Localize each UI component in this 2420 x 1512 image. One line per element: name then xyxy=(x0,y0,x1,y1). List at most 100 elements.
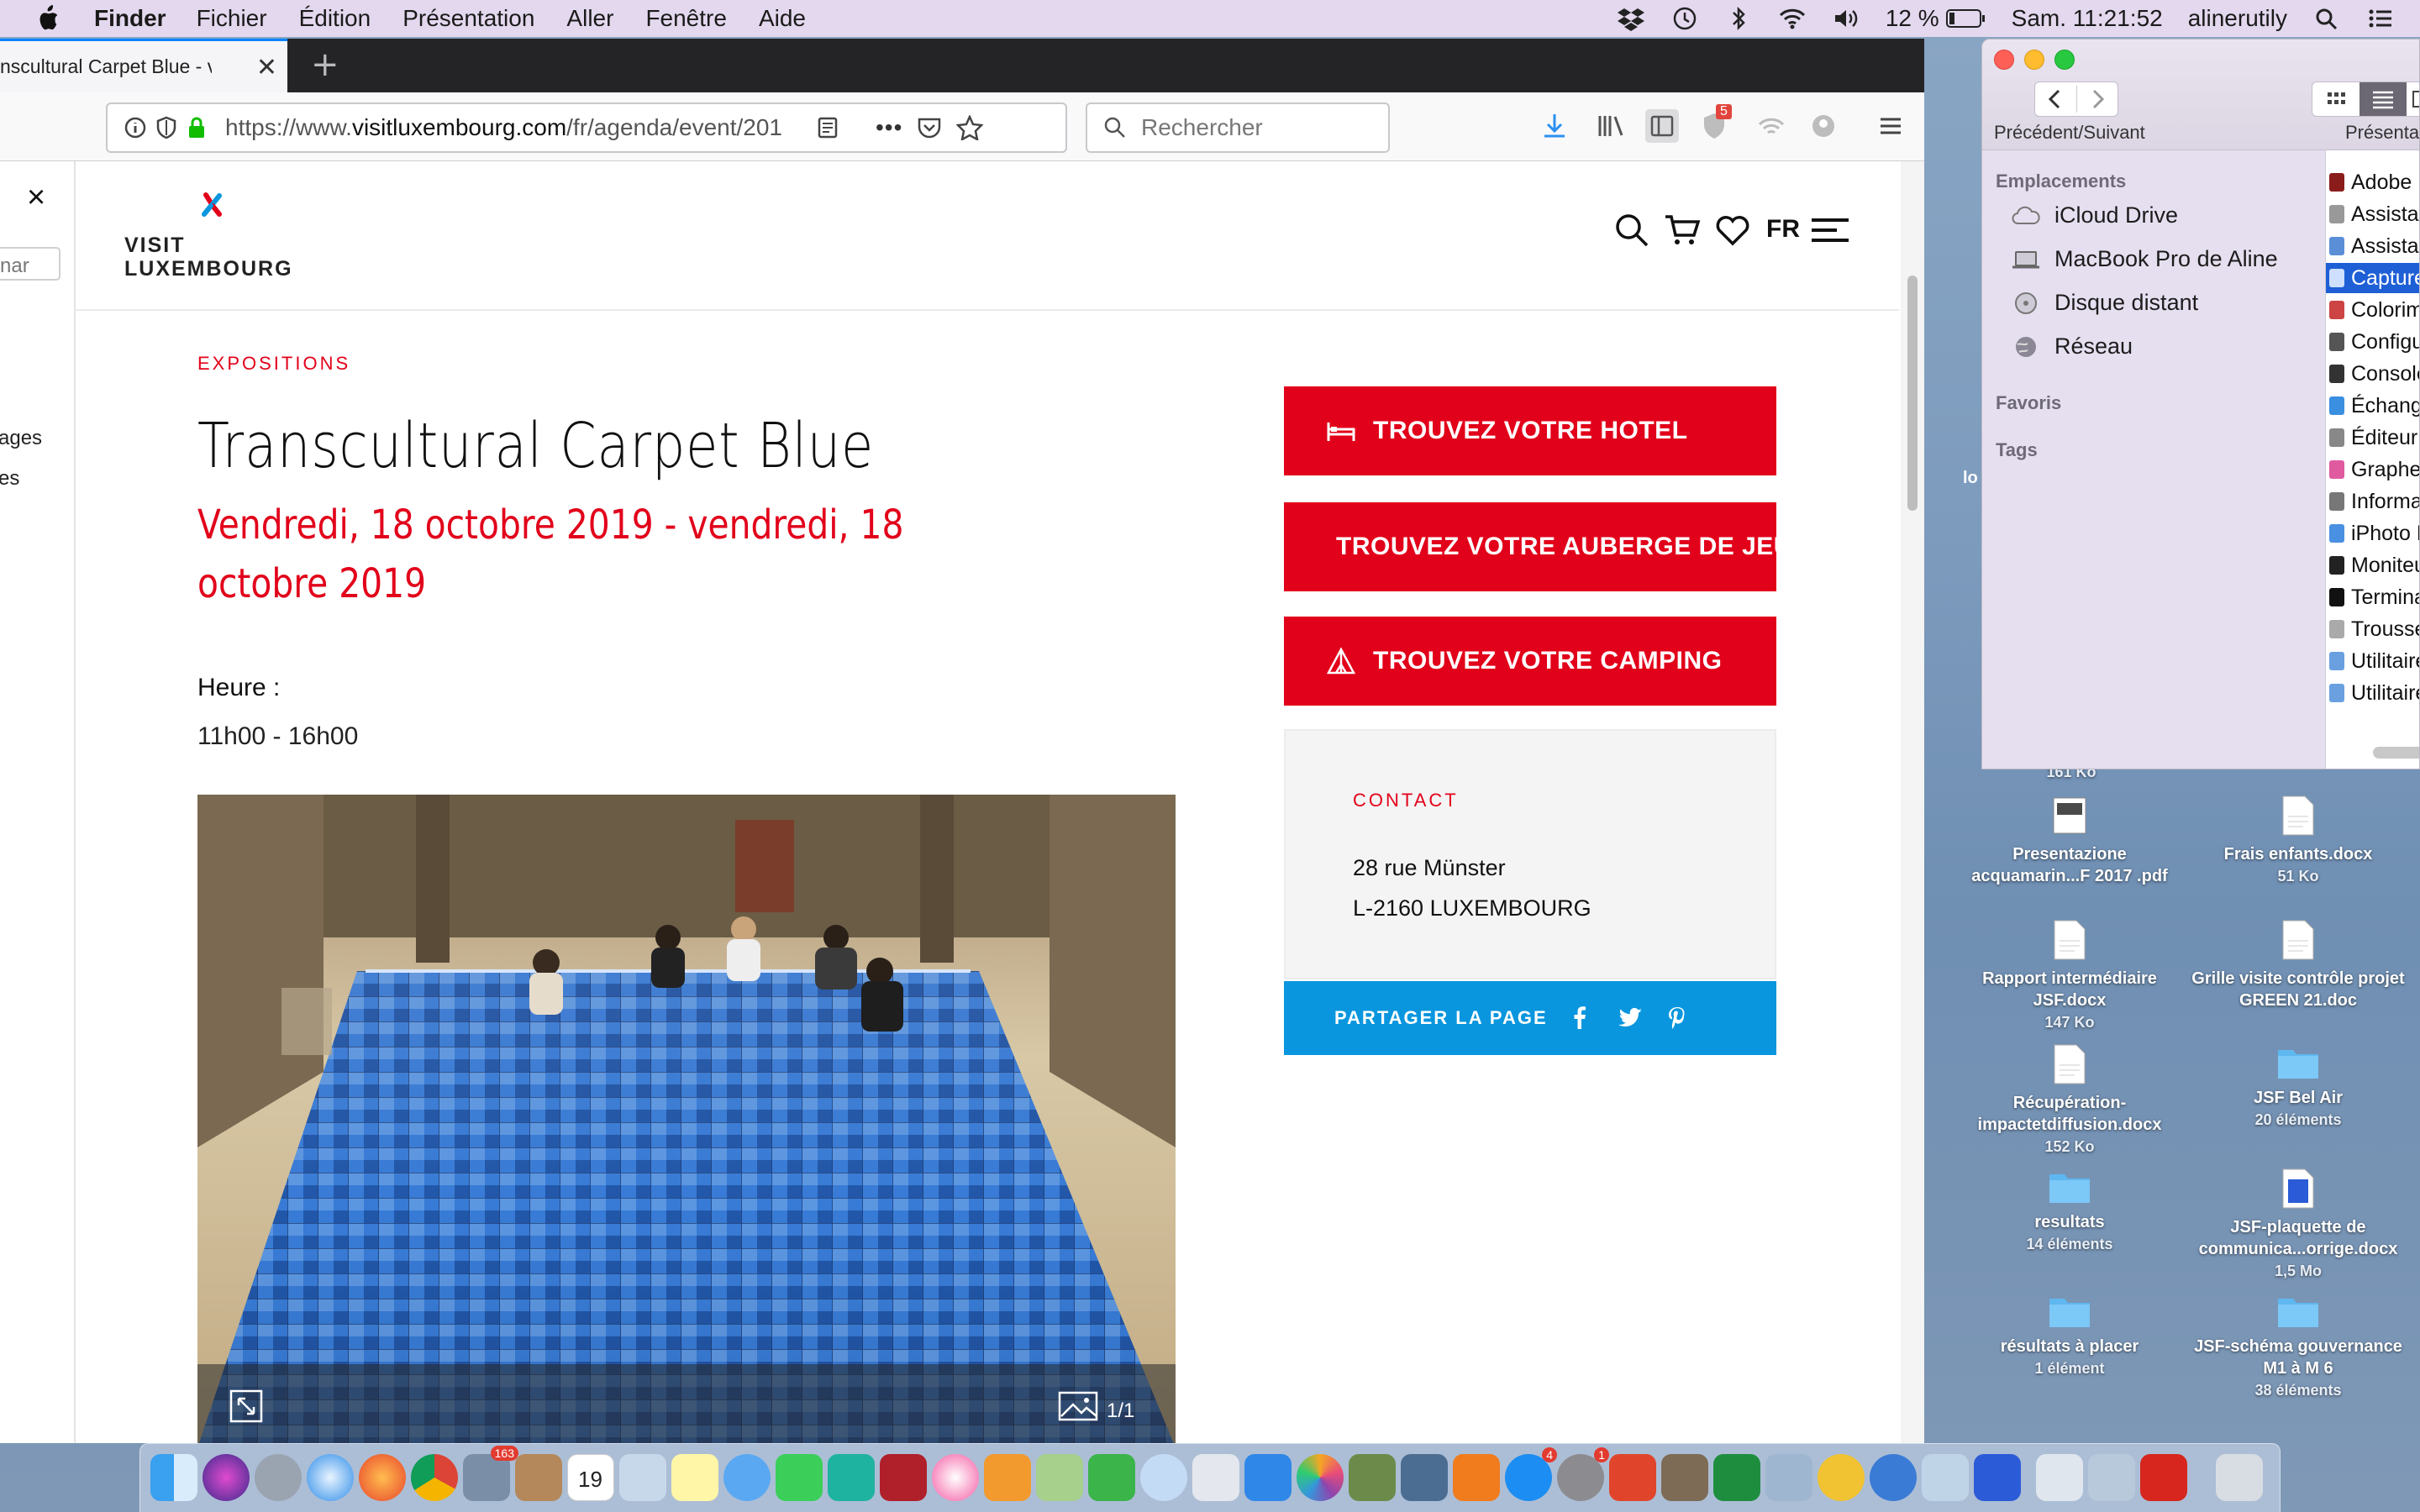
event-category[interactable]: EXPOSITIONS xyxy=(197,353,350,375)
wifi-icon[interactable] xyxy=(1778,6,1807,31)
column-view-icon[interactable] xyxy=(2408,82,2420,116)
heart-icon[interactable] xyxy=(1714,212,1751,249)
dock-gimp[interactable] xyxy=(1661,1454,1708,1501)
file-row[interactable]: Console xyxy=(2326,359,2419,389)
hamburger-menu-icon[interactable] xyxy=(1874,109,1907,143)
dock-mail[interactable]: 163 xyxy=(463,1446,518,1501)
menu-presentation[interactable]: Présentation xyxy=(402,5,534,32)
desktop-file-docx[interactable]: Rapport intermédiaire JSF.docx 147 Ko xyxy=(1956,919,2183,1033)
view-switcher[interactable] xyxy=(2312,81,2420,117)
find-youth-hostel-button[interactable]: TROUVEZ VOTRE AUBERGE DE JEUNES xyxy=(1284,502,1845,591)
page-actions-icon[interactable]: ••• xyxy=(876,114,902,141)
dropbox-icon[interactable] xyxy=(1617,6,1645,31)
url-bar[interactable]: https://www.visitluxembourg.com/fr/agend… xyxy=(106,102,1067,153)
file-row[interactable]: Utilitaire xyxy=(2326,678,2419,708)
facebook-icon[interactable] xyxy=(1568,1005,1591,1031)
horizontal-scrollbar[interactable] xyxy=(2373,747,2419,759)
menu-aide[interactable]: Aide xyxy=(759,5,806,32)
downloads-icon[interactable] xyxy=(1538,109,1571,143)
dock-ibooks-author[interactable] xyxy=(984,1454,1031,1501)
dock-opera[interactable] xyxy=(1818,1454,1865,1501)
dock-notes[interactable] xyxy=(671,1454,718,1501)
search-bar[interactable]: Rechercher xyxy=(1086,102,1390,153)
file-row[interactable]: Configu xyxy=(2326,327,2419,357)
file-row[interactable]: Terminal xyxy=(2326,582,2419,612)
reader-mode-icon[interactable] xyxy=(815,115,840,140)
dock-globe-app[interactable] xyxy=(1870,1454,1917,1501)
menu-user[interactable]: alinerutily xyxy=(2188,5,2287,32)
dock-photos[interactable] xyxy=(1297,1454,1344,1501)
sidebar-item-macbook[interactable]: MacBook Pro de Aline xyxy=(2011,246,2278,272)
spotlight-search-icon[interactable] xyxy=(2312,6,2341,31)
close-tab-icon[interactable]: ✕ xyxy=(256,53,277,82)
desktop-file-docx[interactable]: JSF-plaquette de communica...orrige.docx… xyxy=(2185,1168,2412,1282)
dock-system-preferences[interactable]: 1 xyxy=(1557,1447,1609,1501)
desktop-folder[interactable]: JSF Bel Air 20 éléments xyxy=(2185,1043,2412,1131)
info-icon[interactable] xyxy=(123,115,148,140)
menu-aller[interactable]: Aller xyxy=(566,5,613,32)
desktop-file-pdf[interactable]: Presentazione acquamarin...F 2017 .pdf xyxy=(1956,795,2183,887)
tracking-protection-icon[interactable] xyxy=(155,115,178,140)
dock-image-capture[interactable] xyxy=(1401,1454,1448,1501)
file-row[interactable]: Échange xyxy=(2326,391,2419,421)
desktop-file-docx[interactable]: Frais enfants.docx 51 Ko xyxy=(2185,795,2412,887)
minimize-window-button[interactable] xyxy=(2024,50,2044,70)
visit-luxembourg-logo[interactable]: VISIT LUXEMBOURG xyxy=(124,188,318,281)
find-hotel-button[interactable]: TROUVEZ VOTRE HOTEL xyxy=(1284,386,1776,475)
dock-powerpoint-like[interactable] xyxy=(1609,1454,1656,1501)
apple-menu-icon[interactable] xyxy=(35,4,60,33)
battery-icon[interactable] xyxy=(1945,8,1986,29)
search-icon[interactable] xyxy=(1613,212,1650,249)
dock-facetime[interactable] xyxy=(776,1454,823,1501)
dock-launchpad[interactable] xyxy=(255,1454,302,1501)
dock-iphoto[interactable] xyxy=(1349,1454,1396,1501)
file-row[interactable]: Informat xyxy=(2326,486,2419,517)
dock-utility[interactable] xyxy=(1765,1454,1812,1501)
new-tab-icon[interactable]: + xyxy=(311,45,339,84)
dock-downloads-stack[interactable] xyxy=(2036,1454,2083,1501)
dock-numbers[interactable] xyxy=(1088,1454,1135,1501)
pinterest-icon[interactable] xyxy=(1665,1005,1689,1031)
find-camping-button[interactable]: TROUVEZ VOTRE CAMPING xyxy=(1284,617,1776,706)
back-icon[interactable] xyxy=(2035,82,2075,116)
file-row-selected[interactable]: Capture xyxy=(2326,263,2419,293)
dock-calendar[interactable]: 19 xyxy=(567,1454,614,1501)
file-row[interactable]: Grapher xyxy=(2326,454,2419,485)
dock-keynote[interactable] xyxy=(1244,1454,1292,1501)
dock-ibooks[interactable] xyxy=(1453,1454,1500,1501)
desktop-folder[interactable]: JSF-schéma gouvernance M1 à M 6 38 éléme… xyxy=(2185,1292,2412,1401)
url-text[interactable]: https://www.visitluxembourg.com/fr/agend… xyxy=(225,114,805,141)
page-scrollbar[interactable] xyxy=(1901,161,1924,1443)
file-row[interactable]: Assistan xyxy=(2326,199,2419,229)
dock-firefox[interactable] xyxy=(359,1454,406,1501)
menu-edition[interactable]: Édition xyxy=(299,5,371,32)
browser-tab-active[interactable]: nscultural Carpet Blue - vendredi ✕ xyxy=(0,39,287,92)
event-photo[interactable]: 1/1 xyxy=(197,795,1176,1443)
scrollbar-thumb[interactable] xyxy=(1907,276,1918,511)
account-extension-icon[interactable] xyxy=(1807,109,1840,143)
dock-safari[interactable] xyxy=(307,1454,354,1501)
dock-word[interactable] xyxy=(1974,1454,2021,1501)
time-machine-icon[interactable] xyxy=(1670,6,1699,31)
dock-app-store[interactable]: 4 xyxy=(1505,1447,1557,1501)
list-view-button[interactable] xyxy=(2360,82,2407,116)
dock-finder[interactable] xyxy=(150,1454,197,1501)
back-forward-control[interactable] xyxy=(2034,81,2118,117)
notification-center-icon[interactable] xyxy=(2366,6,2395,31)
fullscreen-icon[interactable] xyxy=(229,1389,263,1423)
pocket-icon[interactable] xyxy=(916,115,943,140)
file-row[interactable]: Colorim xyxy=(2326,295,2419,325)
sidebar-search-input[interactable]: nar xyxy=(0,247,60,281)
dock-itunes[interactable] xyxy=(932,1454,979,1501)
forward-icon[interactable] xyxy=(2077,82,2118,116)
gallery-icon[interactable] xyxy=(1058,1391,1098,1421)
twitter-icon[interactable] xyxy=(1617,1005,1644,1031)
file-row[interactable]: Moniteu xyxy=(2326,550,2419,580)
file-row[interactable]: Utilitaire xyxy=(2326,646,2419,676)
extension-privacy-badger[interactable]: 5 xyxy=(1699,104,1732,141)
zoom-window-button[interactable] xyxy=(2054,50,2075,70)
dock-photo-booth[interactable] xyxy=(880,1454,927,1501)
sidebar-toggle-icon[interactable] xyxy=(1645,109,1679,143)
dock-xcode-helper[interactable] xyxy=(1140,1454,1187,1501)
library-icon[interactable] xyxy=(1593,109,1627,143)
